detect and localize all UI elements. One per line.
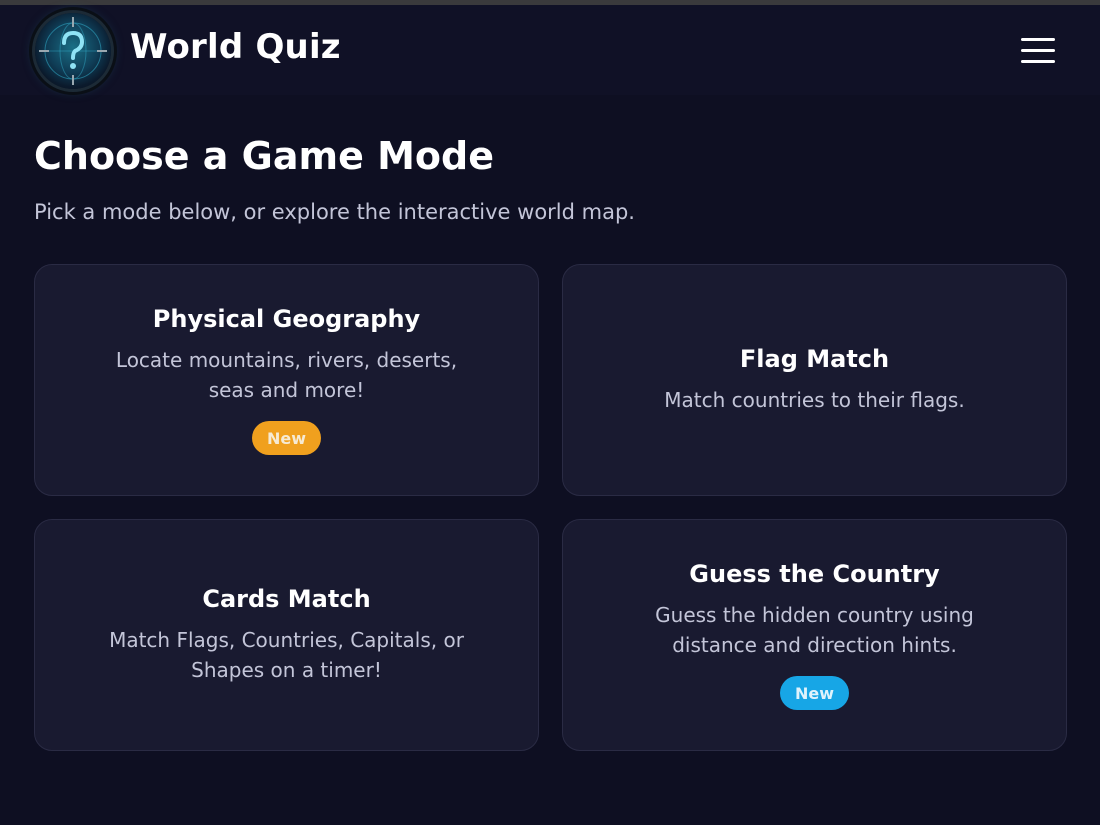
card-description: Guess the hidden country using distance …: [615, 600, 1015, 660]
card-title: Physical Geography: [152, 305, 421, 333]
hamburger-menu-icon[interactable]: [1016, 35, 1060, 69]
card-description-line: Match Flags, Countries, Capitals, or: [109, 628, 464, 652]
card-description-line: seas and more!: [208, 378, 365, 402]
new-badge: New: [251, 421, 322, 455]
game-mode-card-flag-match[interactable]: Flag Match Match countries to their flag…: [562, 264, 1067, 496]
game-mode-card-guess-the-country[interactable]: Guess the Country Guess the hidden count…: [562, 519, 1067, 751]
card-title: Flag Match: [739, 345, 890, 373]
card-description-line: distance and direction hints.: [672, 633, 957, 657]
page-title: Choose a Game Mode: [34, 134, 494, 178]
card-description: Locate mountains, rivers, deserts, seas …: [87, 345, 487, 405]
page-subtitle: Pick a mode below, or explore the intera…: [34, 200, 635, 224]
menu-bar-line: [1021, 49, 1055, 52]
game-mode-card-cards-match[interactable]: Cards Match Match Flags, Countries, Capi…: [34, 519, 539, 751]
card-description-line: Locate mountains, rivers, deserts,: [115, 348, 458, 372]
card-description: Match countries to their flags.: [615, 385, 1015, 415]
app-title: World Quiz: [130, 27, 341, 67]
app-header: World Quiz: [0, 5, 1100, 95]
menu-bar-line: [1021, 38, 1055, 41]
game-mode-card-physical-geography[interactable]: Physical Geography Locate mountains, riv…: [34, 264, 539, 496]
card-description-line: Match countries to their flags.: [664, 388, 965, 412]
card-title: Cards Match: [202, 585, 371, 613]
globe-question-icon[interactable]: [35, 13, 111, 89]
card-description: Match Flags, Countries, Capitals, or Sha…: [87, 625, 487, 685]
menu-bar-line: [1021, 60, 1055, 63]
card-description-line: Shapes on a timer!: [191, 658, 382, 682]
card-title: Guess the Country: [689, 560, 940, 588]
new-badge: New: [779, 676, 850, 710]
card-description-line: Guess the hidden country using: [655, 603, 974, 627]
